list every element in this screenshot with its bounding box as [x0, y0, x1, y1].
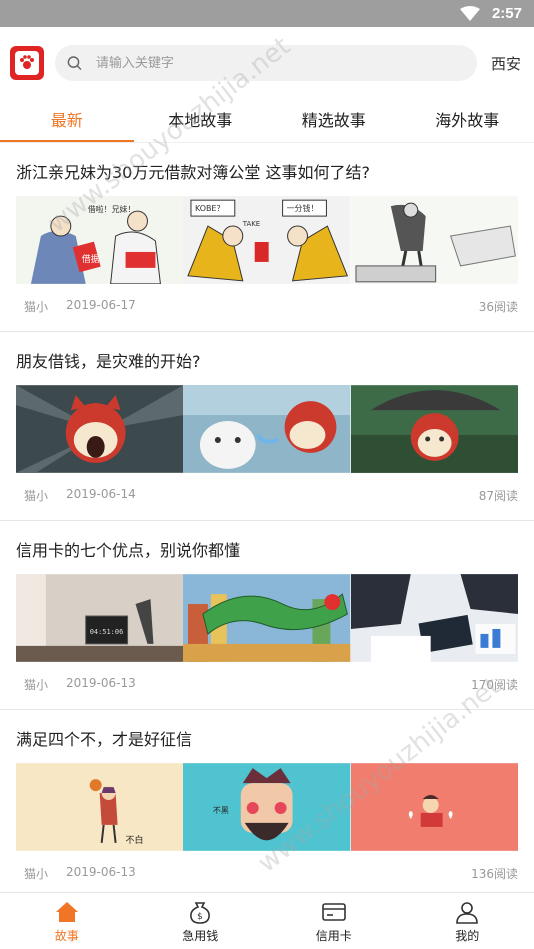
- nav-item-credit-card[interactable]: 信用卡: [267, 893, 401, 949]
- article-thumbnails: 04:51:06: [16, 574, 518, 662]
- header: 西安: [0, 27, 534, 99]
- money-bag-icon: $: [190, 901, 211, 924]
- search-bar[interactable]: [55, 45, 477, 81]
- article-author: 猫小: [24, 678, 49, 692]
- article-date: 2019-06-17: [66, 298, 136, 312]
- bottom-navigation: 故事 $ 急用钱 信用卡 我的: [0, 892, 534, 949]
- article-item[interactable]: 满足四个不，才是好征信 不白 不黑 猫小 2019-06-13 136阅读: [0, 710, 534, 899]
- city-selector[interactable]: 西安: [491, 53, 521, 74]
- search-icon: [67, 56, 82, 71]
- tab-local-stories[interactable]: 本地故事: [134, 99, 268, 142]
- thumbnail-comic-siblings[interactable]: 借据 借啦！兄妹！: [16, 196, 184, 284]
- article-thumbnails: 借据 借啦！兄妹！ KOBE？ 一分钱！ TAKE: [16, 196, 518, 284]
- nav-item-urgent-money[interactable]: $ 急用钱: [134, 893, 268, 949]
- tab-overseas-stories[interactable]: 海外故事: [401, 99, 534, 142]
- comic-text: 借据: [82, 253, 100, 265]
- article-meta: 猫小 2019-06-14 87阅读: [16, 487, 518, 504]
- clock-text: 04:51:06: [90, 628, 124, 636]
- article-author: 猫小: [24, 867, 49, 881]
- thumbnail-business-tablet[interactable]: [350, 574, 518, 662]
- nav-item-mine[interactable]: 我的: [401, 893, 534, 949]
- article-read-count: 136阅读: [471, 867, 518, 881]
- paw-icon: [20, 55, 34, 69]
- home-icon: [55, 901, 78, 922]
- status-bar: 2:57: [0, 0, 534, 27]
- thumbnail-cartoon-basketball[interactable]: 不白: [16, 763, 184, 851]
- article-date: 2019-06-13: [66, 676, 136, 690]
- article-date: 2019-06-14: [66, 487, 136, 501]
- article-read-count: 170阅读: [471, 678, 518, 692]
- article-meta: 猫小 2019-06-17 36阅读: [16, 298, 518, 315]
- thumbnail-dragon-city[interactable]: [183, 574, 351, 662]
- tab-latest[interactable]: 最新: [0, 99, 134, 142]
- thumbnail-cartoon-fox-shouting[interactable]: [16, 385, 184, 473]
- thumbnail-comic-walking[interactable]: [350, 196, 518, 284]
- article-thumbnails: 不白 不黑: [16, 763, 518, 851]
- thumbnail-cartoon-fox-crying[interactable]: [183, 385, 351, 473]
- article-read-count: 87阅读: [478, 489, 518, 503]
- article-title[interactable]: 朋友借钱，是灾难的开始?: [16, 332, 518, 385]
- article-author: 猫小: [24, 489, 49, 503]
- thumbnail-cartoon-hearts[interactable]: [350, 763, 518, 851]
- nav-item-stories[interactable]: 故事: [0, 893, 134, 949]
- thumbnail-desk-laptop[interactable]: 04:51:06: [16, 574, 184, 662]
- status-time: 2:57: [491, 5, 522, 22]
- nav-label: 急用钱: [182, 928, 219, 943]
- nav-label: 信用卡: [315, 928, 352, 943]
- article-title[interactable]: 信用卡的七个优点，别说你都懂: [16, 521, 518, 574]
- article-meta: 猫小 2019-06-13 170阅读: [16, 676, 518, 693]
- article-item[interactable]: 信用卡的七个优点，别说你都懂 04:51:06 猫小 2019-06-13 17…: [0, 521, 534, 710]
- wifi-icon: [459, 5, 480, 21]
- article-read-count: 36阅读: [478, 300, 518, 314]
- nav-label: 我的: [455, 928, 480, 943]
- article-author: 猫小: [24, 300, 49, 314]
- credit-card-icon: [321, 902, 346, 921]
- article-thumbnails: [16, 385, 518, 473]
- thumbnail-comic-birds[interactable]: KOBE？ 一分钱！ TAKE: [183, 196, 351, 284]
- comic-text: KOBE？: [195, 204, 224, 213]
- article-item[interactable]: 浙江亲兄妹为30万元借款对簿公堂 这事如何了结? 借据 借啦！兄妹！ KOBE？…: [0, 143, 534, 332]
- thumbnail-cartoon-face[interactable]: 不黑: [183, 763, 351, 851]
- tab-featured-stories[interactable]: 精选故事: [267, 99, 401, 142]
- search-input[interactable]: [95, 55, 465, 71]
- thumbnail-cartoon-fox-umbrella[interactable]: [350, 385, 518, 473]
- person-icon: [456, 901, 479, 924]
- article-meta: 猫小 2019-06-13 136阅读: [16, 865, 518, 882]
- article-title[interactable]: 满足四个不，才是好征信: [16, 710, 518, 763]
- article-item[interactable]: 朋友借钱，是灾难的开始? 猫小 2019-06-14 87阅读: [0, 332, 534, 521]
- nav-label: 故事: [54, 928, 79, 943]
- article-title[interactable]: 浙江亲兄妹为30万元借款对簿公堂 这事如何了结?: [16, 143, 518, 196]
- comic-text: 一分钱！: [287, 203, 319, 213]
- svg-text:$: $: [197, 912, 203, 922]
- app-logo[interactable]: [10, 46, 44, 80]
- comic-text: 借啦！兄妹！: [88, 204, 136, 214]
- article-date: 2019-06-13: [66, 865, 136, 879]
- image-badge-text: 不白: [126, 834, 144, 846]
- comic-text: TAKE: [242, 220, 260, 228]
- category-tabs: 最新 本地故事 精选故事 海外故事: [0, 99, 534, 143]
- image-badge-text: 不黑: [213, 806, 229, 815]
